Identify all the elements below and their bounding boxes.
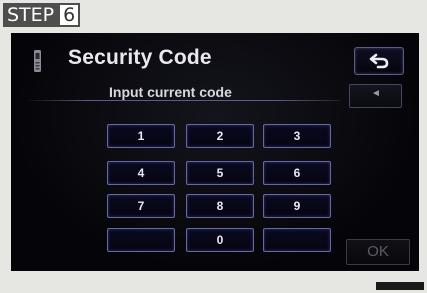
key-6[interactable]: 6 xyxy=(263,161,331,185)
page-margin xyxy=(0,271,427,293)
key-5[interactable]: 5 xyxy=(186,161,254,185)
key-1[interactable]: 1 xyxy=(107,124,175,148)
input-display-line xyxy=(28,100,340,101)
back-button[interactable] xyxy=(354,47,404,75)
step-badge: STEP 6 xyxy=(3,3,81,27)
phone-icon xyxy=(34,50,41,72)
key-8[interactable]: 8 xyxy=(186,194,254,218)
delete-arrow-icon: ◄ xyxy=(371,88,381,99)
step-label: STEP xyxy=(3,3,59,27)
key-2[interactable]: 2 xyxy=(186,124,254,148)
ok-button[interactable]: OK xyxy=(346,239,410,265)
key-0[interactable]: 0 xyxy=(186,228,254,252)
screen-title: Security Code xyxy=(68,46,212,69)
key-4[interactable]: 4 xyxy=(107,161,175,185)
key-blank-right[interactable] xyxy=(263,228,331,252)
input-prompt: Input current code xyxy=(109,84,232,100)
figure-code xyxy=(376,282,424,290)
key-blank-left[interactable] xyxy=(107,228,175,252)
key-7[interactable]: 7 xyxy=(107,194,175,218)
step-number: 6 xyxy=(58,3,81,27)
delete-button[interactable]: ◄ xyxy=(349,84,402,108)
key-3[interactable]: 3 xyxy=(263,124,331,148)
key-9[interactable]: 9 xyxy=(263,194,331,218)
return-arrow-icon xyxy=(369,53,389,69)
